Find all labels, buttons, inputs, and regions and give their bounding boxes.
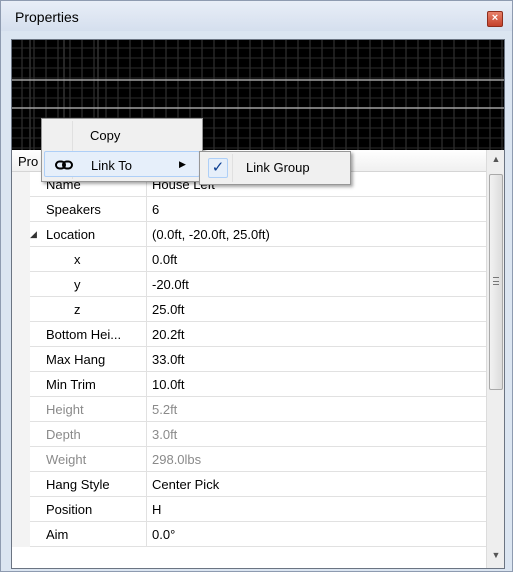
property-value[interactable]: Center Pick [152, 477, 219, 492]
menu-item-label: Link Group [246, 160, 310, 175]
property-name: Weight [46, 452, 87, 467]
property-name: Hang Style [46, 477, 110, 492]
column-divider [146, 472, 147, 497]
property-row[interactable]: Weight 298.0lbs [12, 447, 486, 472]
property-row[interactable]: Max Hang 33.0ft [12, 347, 486, 372]
property-name: Location [46, 227, 96, 242]
row-gutter [12, 372, 30, 397]
row-gutter [12, 522, 30, 547]
column-divider [146, 272, 147, 297]
menu-item-label: Link To [91, 158, 132, 173]
property-value[interactable]: H [152, 502, 161, 517]
row-gutter [12, 247, 30, 272]
property-row[interactable]: ◢ Location (0.0ft, -20.0ft, 25.0ft) [12, 222, 486, 247]
property-row[interactable]: Position H [12, 497, 486, 522]
row-gutter [12, 397, 30, 422]
column-divider [146, 447, 147, 472]
scrollbar-thumb[interactable] [489, 174, 503, 390]
scroll-down-arrow-icon[interactable]: ▼ [489, 550, 503, 564]
property-name: Depth [46, 427, 81, 442]
property-value[interactable]: 298.0lbs [152, 452, 201, 467]
column-divider [146, 497, 147, 522]
property-value[interactable]: 5.2ft [152, 402, 177, 417]
context-menu: Copy Link To ▶ [41, 118, 203, 182]
property-value[interactable]: 10.0ft [152, 377, 185, 392]
menu-item-link-to[interactable]: Link To ▶ [44, 151, 200, 177]
property-row[interactable]: z 25.0ft [12, 297, 486, 322]
property-name: Max Hang [46, 352, 106, 367]
property-row[interactable]: Aim 0.0° [12, 522, 486, 547]
row-gutter [12, 472, 30, 497]
column-divider [146, 222, 147, 247]
close-button[interactable]: × [487, 11, 503, 27]
row-gutter [12, 447, 30, 472]
property-row[interactable]: y -20.0ft [12, 272, 486, 297]
property-row[interactable]: Speakers 6 [12, 197, 486, 222]
window-title: Properties [15, 9, 79, 25]
column-divider [146, 247, 147, 272]
row-gutter [12, 172, 30, 197]
property-name: Height [46, 402, 84, 417]
column-divider [146, 322, 147, 347]
column-divider [146, 397, 147, 422]
column-divider [146, 297, 147, 322]
property-value[interactable]: (0.0ft, -20.0ft, 25.0ft) [152, 227, 270, 242]
submenu-arrow-icon: ▶ [179, 159, 186, 169]
property-name: x [74, 252, 81, 267]
property-row[interactable]: Height 5.2ft [12, 397, 486, 422]
property-name: Position [46, 502, 93, 517]
property-value[interactable]: 0.0ft [152, 252, 177, 267]
grid-header-label: Pro [18, 154, 39, 169]
property-value[interactable]: 3.0ft [152, 427, 177, 442]
property-name: Bottom Hei... [46, 327, 122, 342]
properties-window: Properties × Pro Name House Left Speakers 6… [0, 0, 513, 572]
column-divider [146, 347, 147, 372]
column-divider [146, 197, 147, 222]
row-gutter [12, 197, 30, 222]
chain-link-icon [55, 160, 73, 170]
collapse-triangle-icon[interactable]: ◢ [30, 229, 37, 240]
property-value[interactable]: 6 [152, 202, 159, 217]
column-divider [146, 422, 147, 447]
grip-icon [493, 277, 499, 285]
row-gutter [12, 272, 30, 297]
menu-item-copy[interactable]: Copy [44, 122, 200, 148]
row-gutter [12, 497, 30, 522]
menu-item-link-group[interactable]: ✓ Link Group [202, 154, 348, 182]
column-divider [146, 522, 147, 547]
row-gutter [12, 297, 30, 322]
title-bar: Properties × [1, 1, 512, 31]
property-grid: Pro Name House Left Speakers 6 ◢ Location (0.0… [12, 150, 486, 568]
menu-item-label: Copy [90, 128, 121, 143]
property-value[interactable]: 0.0° [152, 527, 175, 542]
row-gutter [12, 347, 30, 372]
checkmark-icon: ✓ [208, 158, 228, 178]
property-name: z [74, 302, 81, 317]
row-gutter [12, 222, 30, 247]
property-value[interactable]: 25.0ft [152, 302, 185, 317]
property-name: Aim [46, 527, 69, 542]
column-divider [146, 372, 147, 397]
row-gutter [12, 422, 30, 447]
scroll-up-arrow-icon[interactable]: ▲ [489, 154, 503, 168]
property-row[interactable]: Min Trim 10.0ft [12, 372, 486, 397]
property-name: Speakers [46, 202, 101, 217]
property-value[interactable]: -20.0ft [152, 277, 189, 292]
property-row[interactable]: x 0.0ft [12, 247, 486, 272]
property-row[interactable]: Bottom Hei... 20.2ft [12, 322, 486, 347]
property-name: Min Trim [46, 377, 96, 392]
property-name: y [74, 277, 81, 292]
vertical-scrollbar[interactable]: ▲ ▼ [486, 150, 504, 568]
link-to-submenu: ✓ Link Group [199, 151, 351, 185]
property-row[interactable]: Hang Style Center Pick [12, 472, 486, 497]
property-value[interactable]: 33.0ft [152, 352, 185, 367]
property-row[interactable]: Depth 3.0ft [12, 422, 486, 447]
row-gutter [12, 322, 30, 347]
property-value[interactable]: 20.2ft [152, 327, 185, 342]
